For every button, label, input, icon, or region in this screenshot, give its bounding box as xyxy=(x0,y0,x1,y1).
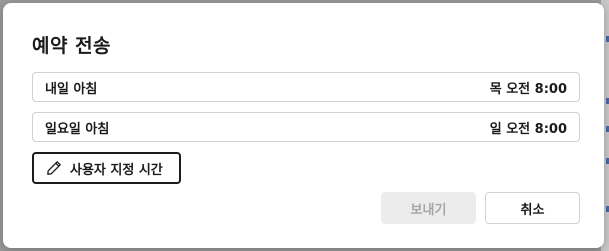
send-button-label: 보내기 xyxy=(410,202,447,218)
option-label: 일요일 아침 xyxy=(45,121,110,137)
pencil-icon xyxy=(46,160,62,176)
dialog-title: 예약 전송 xyxy=(32,35,112,57)
schedule-send-dialog: 예약 전송 내일 아침 목 오전 8:00 일요일 아침 일 오전 8:00 사… xyxy=(3,3,604,248)
option-tomorrow-morning[interactable]: 내일 아침 목 오전 8:00 xyxy=(32,72,580,102)
cancel-button-label: 취소 xyxy=(520,202,545,218)
option-sunday-morning[interactable]: 일요일 아침 일 오전 8:00 xyxy=(32,112,580,142)
option-time: 일 오전 8:00 xyxy=(489,121,567,137)
option-label: 내일 아침 xyxy=(45,81,98,97)
custom-time-label: 사용자 지정 시간 xyxy=(70,162,163,178)
cancel-button[interactable]: 취소 xyxy=(485,192,580,224)
send-button[interactable]: 보내기 xyxy=(381,192,476,224)
custom-time-button[interactable]: 사용자 지정 시간 xyxy=(32,152,181,184)
option-time: 목 오전 8:00 xyxy=(489,81,567,97)
